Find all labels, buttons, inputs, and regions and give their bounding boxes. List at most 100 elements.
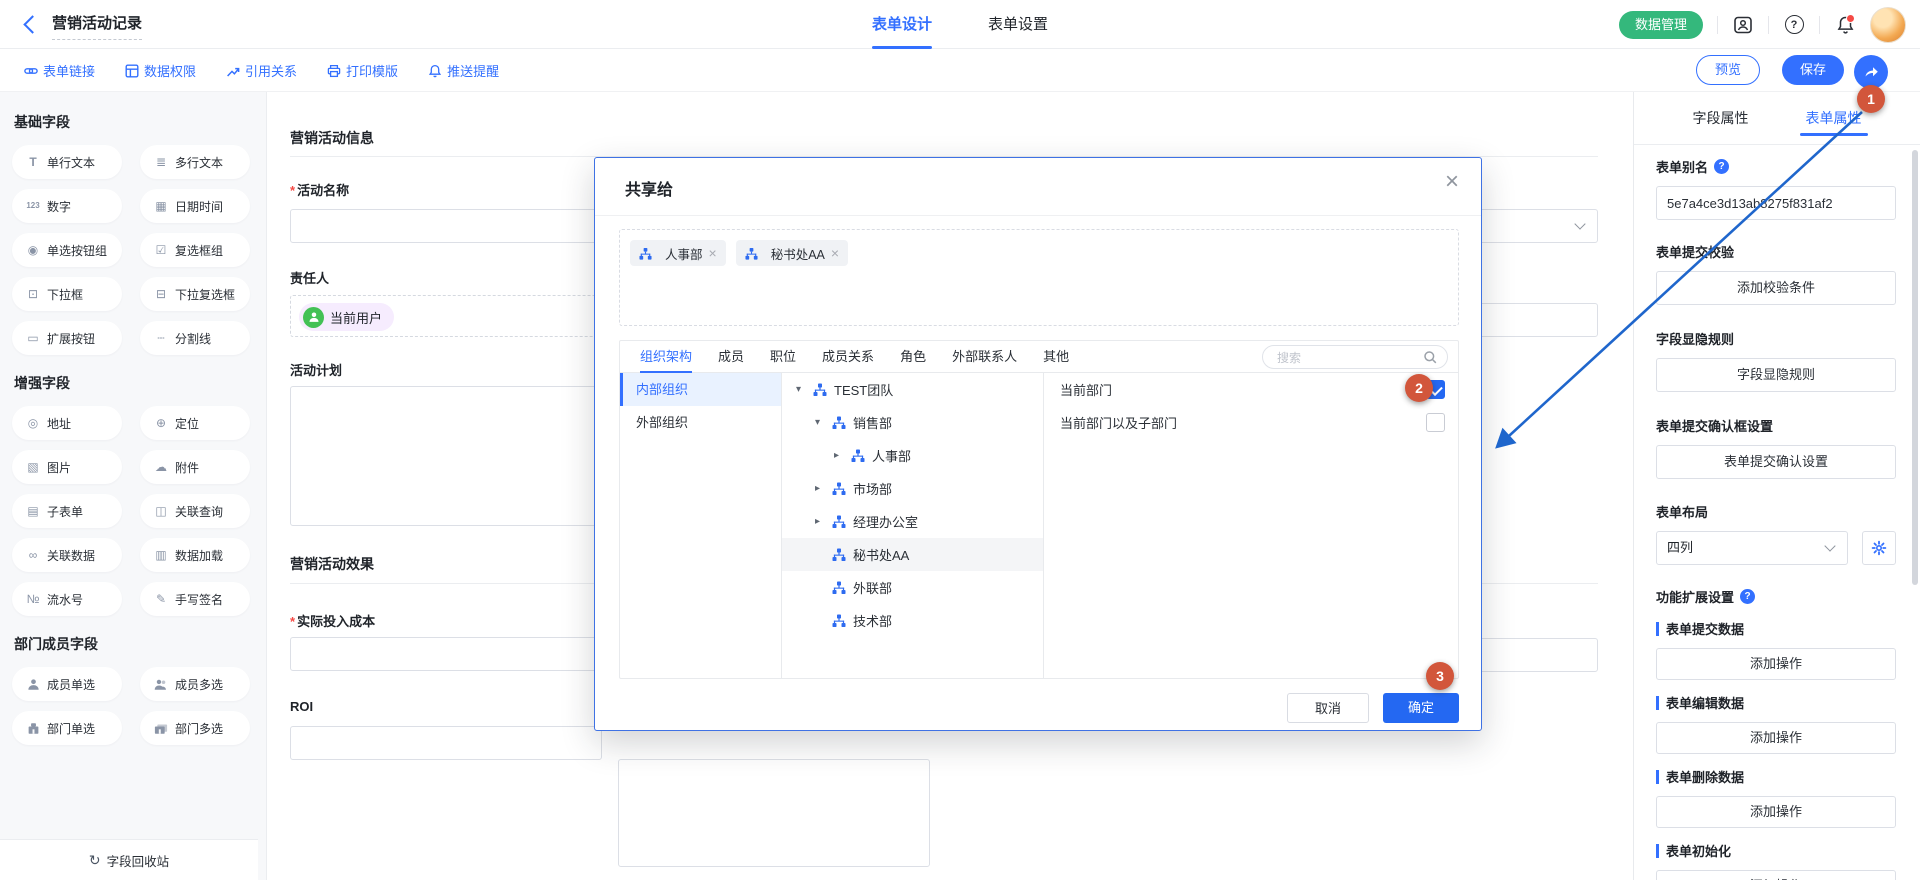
selected-targets-box[interactable]: 人事部×秘书处AA× [619,229,1459,326]
field-item-datetime[interactable]: ▦日期时间 [140,189,250,223]
field-item-radio-group[interactable]: ◉单选按钮组 [12,233,122,267]
help-question-icon[interactable]: ? [1714,159,1729,174]
preview-button[interactable]: 预览 [1696,55,1760,85]
selector-tab-org-structure[interactable]: 组织架构 [640,341,692,373]
field-item-member-single[interactable]: 成员单选 [12,667,122,701]
add-action-button[interactable]: 添加操作 [1656,870,1896,880]
org-type-internal-org[interactable]: 内部组织 [620,373,781,406]
field-item-extend-button[interactable]: ▭扩展按钮 [12,321,122,355]
current-user-label: 当前用户 [330,308,382,327]
field-item-multi-select[interactable]: ⊟下拉复选框 [140,277,250,311]
field-item-image[interactable]: ▧图片 [12,450,122,484]
toolbar-form-link[interactable]: 表单链接 [24,61,95,80]
back-icon[interactable] [23,15,41,33]
add-action-button[interactable]: 添加操作 [1656,648,1896,680]
tree-expand-icon[interactable]: ▾ [796,384,813,395]
scope-options: 当前部门当前部门以及子部门 [1044,373,1458,678]
header-tab-form-design[interactable]: 表单设计 [872,0,932,49]
data-manage-button[interactable]: 数据管理 [1619,11,1703,39]
layout-settings-button[interactable] [1862,531,1896,565]
close-icon[interactable]: × [1445,170,1459,194]
selector-tab-external-contacts[interactable]: 外部联系人 [952,341,1017,373]
cancel-button[interactable]: 取消 [1287,693,1369,723]
field-item-signature[interactable]: ✎手写签名 [140,582,250,616]
toolbar-data-permission[interactable]: 数据权限 [125,61,196,80]
field-item-data-load[interactable]: ▥数据加载 [140,538,250,572]
cost-input[interactable] [290,637,602,671]
tree-node-TEST团队[interactable]: ▾TEST团队 [782,373,1043,406]
properties-tab-field-props[interactable]: 字段属性 [1693,92,1749,144]
add-check-condition-button[interactable]: 添加校验条件 [1656,271,1896,305]
field-item-number[interactable]: 123数字 [12,189,122,223]
tree-expand-icon[interactable]: ▸ [834,450,851,461]
field-item-single-line-text[interactable]: T单行文本 [12,145,122,179]
tree-node-人事部[interactable]: ▸人事部 [782,439,1043,472]
header-tab-form-settings[interactable]: 表单设置 [988,0,1048,49]
field-item-multi-line-text[interactable]: ≣多行文本 [140,145,250,179]
tree-node-销售部[interactable]: ▾销售部 [782,406,1043,439]
current-user-tag[interactable]: 当前用户 [299,303,394,331]
tree-node-外联部[interactable]: 外联部 [782,571,1043,604]
selector-tab-roles[interactable]: 角色 [900,341,926,373]
org-type-external-org[interactable]: 外部组织 [620,406,781,439]
field-item-dept-single[interactable]: 部门单选 [12,711,122,745]
selector-container: 组织架构成员职位成员关系角色外部联系人其他 内部组织外部组织 ▾TEST团队▾销… [619,340,1459,679]
field-item-location[interactable]: ⊕定位 [140,406,250,440]
checkbox-group-icon: ☑ [152,244,170,256]
remove-tag-icon[interactable]: × [709,246,717,260]
search-input[interactable] [1275,347,1419,369]
add-action-button[interactable]: 添加操作 [1656,796,1896,828]
divider [1717,16,1718,34]
attachment-icon: ☁ [152,461,170,473]
field-item-related-data[interactable]: ∞关联数据 [12,538,122,572]
selector-tab-member-relations[interactable]: 成员关系 [822,341,874,373]
share-button[interactable] [1854,55,1888,89]
confirm-button[interactable]: 确定 [1383,693,1459,723]
visibility-rule-button[interactable]: 字段显隐规则 [1656,358,1896,392]
field-item-checkbox-group[interactable]: ☑复选框组 [140,233,250,267]
ext-section-label: 表单提交数据 [1656,619,1896,638]
checkbox[interactable] [1426,413,1445,432]
ext-section-form-delete-data: 表单删除数据添加操作 [1656,767,1896,828]
tree-expand-icon[interactable]: ▸ [815,483,832,494]
confirm-box-button[interactable]: 表单提交确认设置 [1656,445,1896,479]
tree-expand-icon[interactable]: ▸ [815,516,832,527]
contacts-icon[interactable] [1732,14,1754,36]
field-item-select[interactable]: ⊡下拉框 [12,277,122,311]
help-question-icon[interactable]: ? [1740,589,1755,604]
selector-tab-members[interactable]: 成员 [718,341,744,373]
alias-input[interactable] [1656,186,1896,220]
layout-select[interactable]: 四列 [1656,531,1848,565]
selector-tab-others[interactable]: 其他 [1043,341,1069,373]
tree-node-经理办公室[interactable]: ▸经理办公室 [782,505,1043,538]
field-item-related-query[interactable]: ◫关联查询 [140,494,250,528]
tree-node-市场部[interactable]: ▸市场部 [782,472,1043,505]
field-item-serial-number[interactable]: №流水号 [12,582,122,616]
tree-node-技术部[interactable]: 技术部 [782,604,1043,637]
field-recycle-bin[interactable]: ↻ 字段回收站 [0,839,258,880]
toolbar-print-template[interactable]: 打印模版 [327,61,398,80]
scrollbar-thumb[interactable] [1912,150,1918,585]
remove-tag-icon[interactable]: × [831,246,839,260]
sidebar-section-title: 增强字段 [14,373,266,393]
tree-expand-icon[interactable]: ▾ [815,417,832,428]
lower-textarea[interactable] [618,759,930,867]
field-item-divider[interactable]: ┄分割线 [140,321,250,355]
tree-node-秘书处AA[interactable]: 秘书处AA [782,538,1043,571]
notification-bell-icon[interactable] [1834,14,1856,36]
properties-tab-form-props[interactable]: 表单属性 [1806,92,1862,144]
toolbar-push-reminder[interactable]: 推送提醒 [428,61,499,80]
field-item-attachment[interactable]: ☁附件 [140,450,250,484]
field-item-member-multi[interactable]: 成员多选 [140,667,250,701]
field-item-address[interactable]: ◎地址 [12,406,122,440]
help-icon[interactable]: ? [1783,14,1805,36]
toolbar-reference-relation[interactable]: 引用关系 [226,61,297,80]
field-item-subform[interactable]: ▤子表单 [12,494,122,528]
save-button[interactable]: 保存 [1782,55,1844,85]
field-item-dept-multi[interactable]: 部门多选 [140,711,250,745]
selector-tab-positions[interactable]: 职位 [770,341,796,373]
ext-section-label: 表单删除数据 [1656,767,1896,786]
user-avatar[interactable] [1870,7,1906,43]
roi-input[interactable] [290,726,602,760]
add-action-button[interactable]: 添加操作 [1656,722,1896,754]
